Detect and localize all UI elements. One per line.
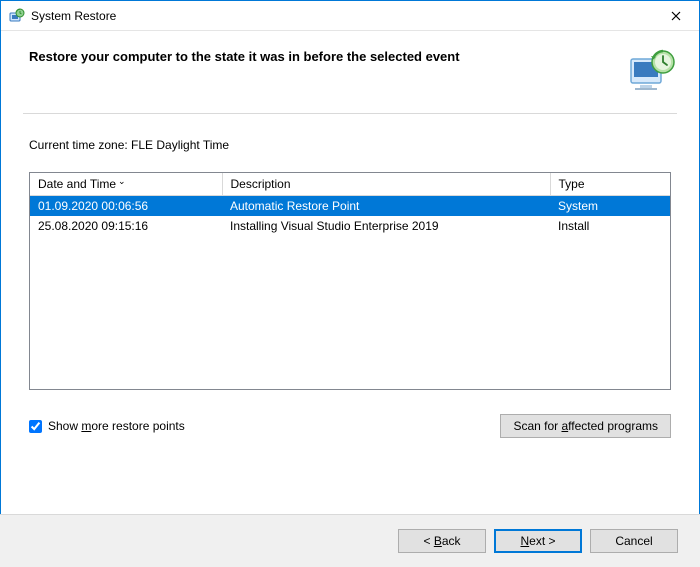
page-heading: Restore your computer to the state it wa… (29, 49, 615, 64)
cell-date: 01.09.2020 00:06:56 (30, 196, 222, 217)
column-header-description[interactable]: Description (222, 173, 550, 196)
content-area: Current time zone: FLE Daylight Time Dat… (1, 114, 699, 438)
column-header-date[interactable]: Date and Time⌄ (30, 173, 222, 196)
titlebar: System Restore (1, 1, 699, 31)
table-row[interactable]: 25.08.2020 09:15:16Installing Visual Stu… (30, 216, 670, 236)
next-button[interactable]: Next > (494, 529, 582, 553)
cell-type: Install (550, 216, 670, 236)
system-restore-icon (9, 8, 25, 24)
show-more-label: Show more restore points (48, 419, 185, 433)
sort-indicator-icon: ⌄ (118, 176, 126, 186)
cell-desc: Installing Visual Studio Enterprise 2019 (222, 216, 550, 236)
timezone-value: FLE Daylight Time (131, 138, 229, 152)
show-more-checkbox-row[interactable]: Show more restore points (29, 419, 185, 433)
restore-illustration-icon (627, 49, 677, 93)
cell-type: System (550, 196, 670, 217)
restore-points-table: Date and Time⌄ Description Type 01.09.20… (29, 172, 671, 390)
timezone-label: Current time zone: FLE Daylight Time (29, 138, 671, 152)
cell-desc: Automatic Restore Point (222, 196, 550, 217)
scan-affected-programs-button[interactable]: Scan for affected programs (500, 414, 671, 438)
table-row[interactable]: 01.09.2020 00:06:56Automatic Restore Poi… (30, 196, 670, 217)
close-button[interactable] (653, 1, 699, 31)
window-title: System Restore (31, 9, 653, 23)
cell-date: 25.08.2020 09:15:16 (30, 216, 222, 236)
cancel-button[interactable]: Cancel (590, 529, 678, 553)
column-header-type[interactable]: Type (550, 173, 670, 196)
back-button[interactable]: < Back (398, 529, 486, 553)
header: Restore your computer to the state it wa… (1, 31, 699, 113)
show-more-checkbox[interactable] (29, 420, 42, 433)
wizard-footer: < Back Next > Cancel (0, 514, 700, 567)
